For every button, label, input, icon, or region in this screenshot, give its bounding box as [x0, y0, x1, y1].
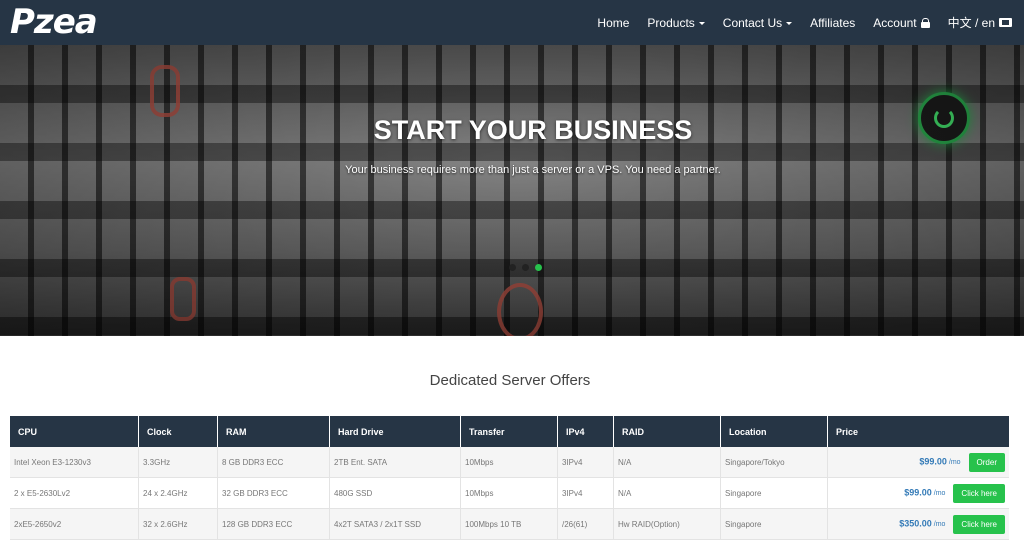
language-icon — [999, 18, 1012, 27]
carousel-dot-1[interactable] — [509, 264, 516, 271]
col-header-transfer: Transfer — [460, 416, 558, 447]
cell-raid: N/A — [613, 477, 721, 509]
price-value: $99.00 — [904, 487, 932, 498]
cell-location: Singapore — [720, 477, 828, 509]
col-header-price: Price — [827, 416, 1009, 447]
cell-raid: N/A — [613, 447, 721, 478]
nav-affiliates-label: Affiliates — [810, 15, 856, 30]
nav-account-label: Account — [873, 15, 917, 30]
cell-transfer: 100Mbps 10 TB — [460, 508, 558, 540]
nav-account[interactable]: Account — [873, 15, 930, 30]
nav-language[interactable]: 中文 / en — [948, 14, 1012, 31]
nav-home[interactable]: Home — [597, 16, 629, 30]
cell-ram: 128 GB DDR3 ECC — [217, 508, 330, 540]
cell-cpu: Intel Xeon E3-1230v3 — [10, 447, 139, 478]
price-value: $99.00 — [919, 456, 947, 467]
cell-hard-drive: 2TB Ent. SATA — [329, 447, 461, 478]
col-header-hard-drive: Hard Drive — [329, 416, 461, 447]
price-value: $350.00 — [899, 518, 932, 529]
cell-ipv4: /26(61) — [557, 508, 614, 540]
price-period: /mo — [933, 521, 946, 529]
site-logo[interactable]: Pzea — [10, 2, 98, 42]
col-header-ram: RAM — [217, 416, 330, 447]
col-header-location: Location — [720, 416, 828, 447]
cell-price: $99.00/mo Order — [827, 447, 1009, 478]
lock-icon — [920, 17, 930, 28]
cell-location: Singapore — [720, 508, 828, 540]
click-here-button[interactable]: Click here — [953, 514, 1005, 534]
top-navbar: Pzea Home Products Contact Us Affiliates… — [0, 0, 1024, 45]
nav-products[interactable]: Products — [647, 15, 705, 30]
table-row: 2xE5-2650v2 32 x 2.6GHz 128 GB DDR3 ECC … — [10, 508, 1009, 540]
main-nav: Home Products Contact Us Affiliates Acco… — [579, 0, 1012, 45]
nav-affiliates[interactable]: Affiliates — [810, 16, 855, 30]
col-header-raid: RAID — [613, 416, 721, 447]
table-row: 2 x E5-2630Lv2 24 x 2.4GHz 32 GB DDR3 EC… — [10, 477, 1009, 509]
table-header-row: CPU Clock RAM Hard Drive Transfer IPv4 R… — [10, 416, 1009, 447]
cell-ipv4: 3IPv4 — [557, 447, 614, 478]
col-header-clock: Clock — [138, 416, 218, 447]
cell-hard-drive: 4x2T SATA3 / 2x1T SSD — [329, 508, 461, 540]
cell-ipv4: 3IPv4 — [557, 477, 614, 509]
nav-home-label: Home — [597, 15, 630, 30]
cell-ram: 32 GB DDR3 ECC — [217, 477, 330, 509]
nav-contact[interactable]: Contact Us — [722, 15, 793, 30]
price-period: /mo — [948, 459, 961, 467]
nav-language-label: 中文 / en — [947, 16, 995, 30]
nav-products-label: Products — [647, 15, 695, 30]
cell-cpu: 2xE5-2650v2 — [10, 508, 139, 540]
cell-price: $350.00/mo Click here — [827, 508, 1009, 540]
cell-hard-drive: 480G SSD — [329, 477, 461, 509]
cell-raid: Hw RAID(Option) — [613, 508, 721, 540]
offers-table: CPU Clock RAM Hard Drive Transfer IPv4 R… — [10, 416, 1009, 540]
cell-clock: 24 x 2.4GHz — [138, 477, 218, 509]
cell-clock: 3.3GHz — [138, 447, 218, 478]
cell-transfer: 10Mbps — [460, 447, 558, 478]
hero-carousel: START YOUR BUSINESS Your business requir… — [0, 45, 1024, 336]
cell-transfer: 10Mbps — [460, 477, 558, 509]
col-header-ipv4: IPv4 — [557, 416, 614, 447]
cell-location: Singapore/Tokyo — [720, 447, 828, 478]
nav-contact-label: Contact Us — [722, 15, 783, 30]
hero-overlay — [0, 45, 1024, 336]
hero-title: START YOUR BUSINESS — [373, 115, 693, 145]
order-button[interactable]: Order — [968, 452, 1005, 472]
carousel-dot-2[interactable] — [522, 264, 529, 271]
caret-down-icon — [786, 21, 793, 25]
carousel-dot-3[interactable] — [535, 264, 542, 271]
hero-subtitle: Your business requires more than just a … — [345, 164, 721, 176]
cell-clock: 32 x 2.6GHz — [138, 508, 218, 540]
carousel-indicators — [509, 264, 542, 271]
section-title: Dedicated Server Offers — [429, 372, 591, 389]
col-header-cpu: CPU — [10, 416, 139, 447]
cell-price: $99.00/mo Click here — [827, 477, 1009, 509]
click-here-button[interactable]: Click here — [953, 483, 1005, 503]
caret-down-icon — [698, 21, 705, 25]
cell-ram: 8 GB DDR3 ECC — [217, 447, 330, 478]
table-row: Intel Xeon E3-1230v3 3.3GHz 8 GB DDR3 EC… — [10, 447, 1009, 478]
price-period: /mo — [933, 490, 946, 498]
cell-cpu: 2 x E5-2630Lv2 — [10, 477, 139, 509]
